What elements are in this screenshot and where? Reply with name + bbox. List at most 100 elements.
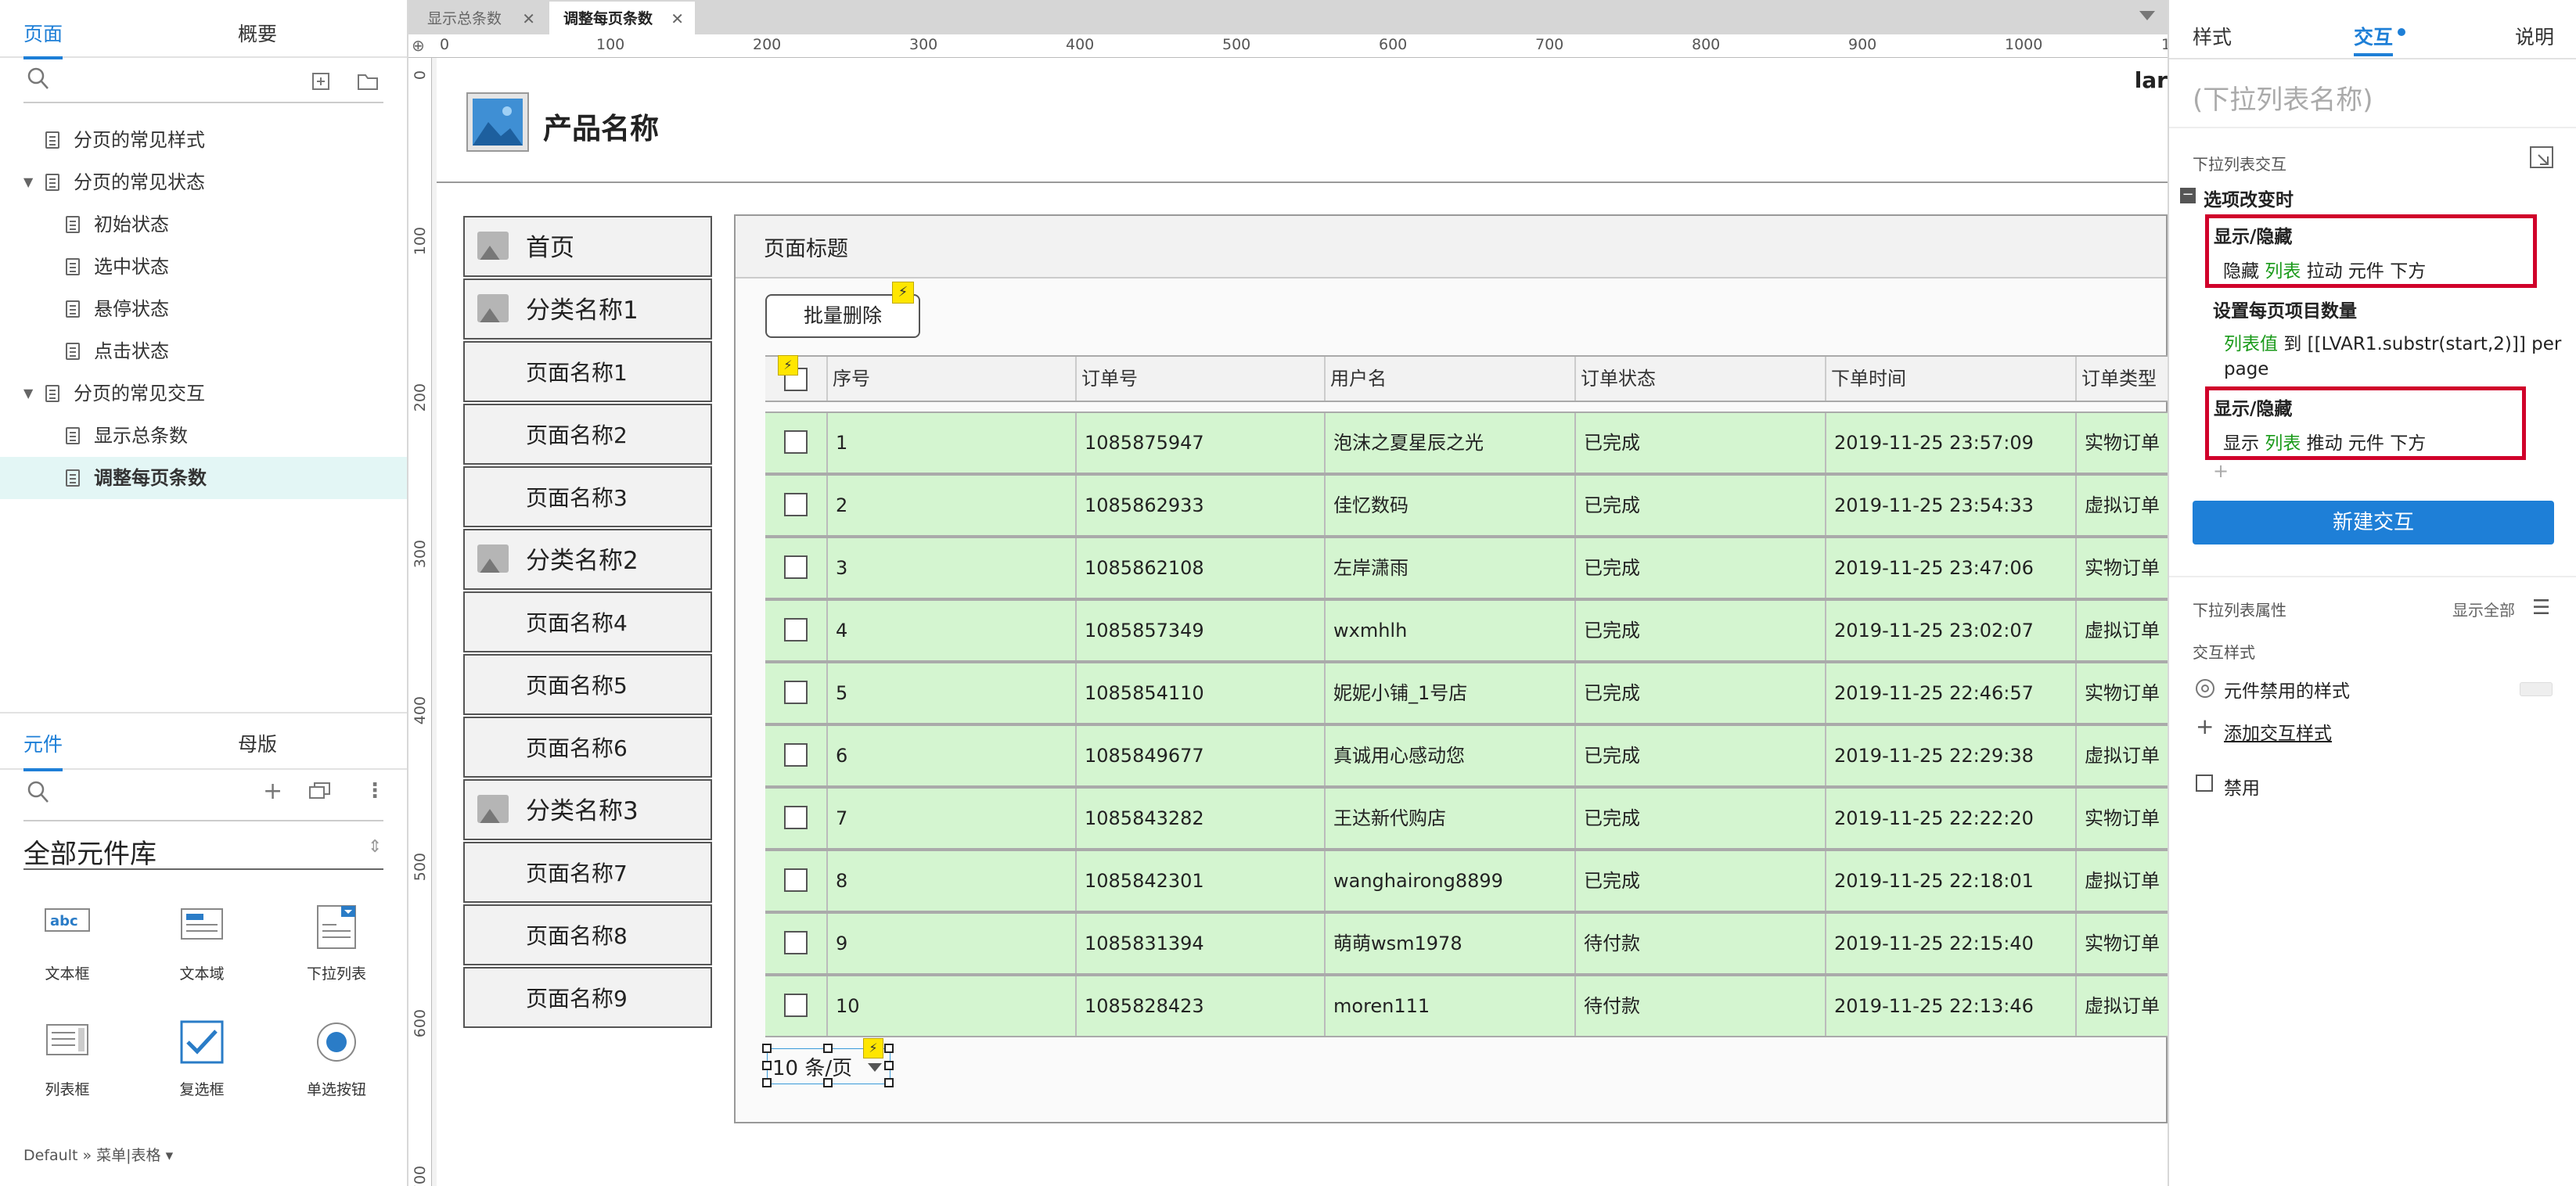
collapse-icon[interactable]: − <box>2180 188 2196 203</box>
library-search-icon[interactable] <box>27 779 50 811</box>
table-row[interactable]: 9 1085831394 萌萌wsm1978 待付款 2019-11-25 22:15:… <box>765 912 2186 975</box>
nav-item-7[interactable]: 页面名称5 <box>463 654 712 715</box>
table-row[interactable]: 3 1085862108 左岸潇雨 已完成 2019-11-25 23:47:06 实物订… <box>765 537 2186 599</box>
search-icon[interactable] <box>27 66 50 98</box>
action-title[interactable]: 设置每页项目数量 <box>2213 296 2357 322</box>
widget-dropdown[interactable]: 下拉列表 <box>282 904 391 983</box>
resize-handle[interactable] <box>762 1044 772 1053</box>
copy-library-icon[interactable] <box>308 781 332 807</box>
table-row[interactable]: 1 1085875947 泡沫之夏星辰之光 已完成 2019-11-25 23:57:0… <box>765 412 2186 474</box>
nav-item-5[interactable]: 分类名称2 <box>463 529 712 590</box>
resize-handle[interactable] <box>762 1078 772 1087</box>
menu-icon[interactable]: ☰ <box>2532 596 2550 620</box>
library-footer[interactable]: Default » 菜单|表格 ▾ <box>23 1144 173 1165</box>
nav-item-3[interactable]: 页面名称2 <box>463 404 712 465</box>
table-row[interactable]: 4 1085857349 wxmhlh 已完成 2019-11-25 23:02:07 虚… <box>765 599 2186 662</box>
tree-item-0[interactable]: 分页的常见样式 <box>0 119 407 161</box>
nav-item-4[interactable]: 页面名称3 <box>463 466 712 527</box>
nav-item-2[interactable]: 页面名称1 <box>463 341 712 402</box>
close-icon[interactable]: ✕ <box>671 2 684 36</box>
nav-item-9[interactable]: 分类名称3 <box>463 779 712 840</box>
row-checkbox[interactable] <box>784 806 808 829</box>
row-checkbox[interactable] <box>784 555 808 579</box>
widget-checkbox[interactable]: 复选框 <box>147 1020 257 1099</box>
add-action-icon[interactable]: + <box>2213 460 2229 482</box>
library-name[interactable]: 全部元件库 <box>23 832 157 871</box>
tree-item-8[interactable]: 调整每页条数 <box>0 457 407 499</box>
resize-handle[interactable] <box>884 1044 894 1053</box>
tree-item-7[interactable]: 显示总条数 <box>0 415 407 457</box>
widget-name-input[interactable]: (下拉列表名称) <box>2193 78 2373 117</box>
doc-tab-page-size[interactable]: 调整每页条数 ✕ <box>549 2 695 34</box>
add-page-icon[interactable] <box>311 70 330 96</box>
tab-masters[interactable]: 母版 <box>238 713 277 770</box>
tree-item-3[interactable]: 选中状态 <box>0 246 407 288</box>
chevron-down-icon[interactable] <box>868 1063 882 1072</box>
resize-handle[interactable] <box>823 1078 833 1087</box>
widget-textarea[interactable]: 文本域 <box>147 904 257 983</box>
tree-item-2[interactable]: 初始状态 <box>0 203 407 246</box>
tree-item-5[interactable]: 点击状态 <box>0 330 407 372</box>
table-row[interactable]: 6 1085849677 真诚用心感动您 已完成 2019-11-25 22:29:38… <box>765 724 2186 787</box>
disabled-style-radio[interactable] <box>2196 679 2214 698</box>
add-library-icon[interactable]: + <box>263 778 282 805</box>
disabled-style-label[interactable]: 元件禁用的样式 <box>2224 676 2350 703</box>
row-checkbox[interactable] <box>784 743 808 767</box>
table-row[interactable]: 7 1085843282 王达新代购店 已完成 2019-11-25 22:22:20 实… <box>765 787 2186 850</box>
row-checkbox[interactable] <box>784 681 808 704</box>
tab-outline[interactable]: 概要 <box>238 0 277 58</box>
row-checkbox[interactable] <box>784 931 808 954</box>
table-row[interactable]: 8 1085842301 wanghairong8899 已完成 2019-11-25 … <box>765 850 2186 912</box>
action-show-hide-2[interactable]: 显示/隐藏 显示 列表 推动 元件 下方 <box>2205 386 2526 460</box>
tree-item-4[interactable]: 悬停状态 <box>0 288 407 330</box>
doc-tab-total-count[interactable]: 显示总条数 ✕ <box>413 2 546 34</box>
resize-handle[interactable] <box>823 1044 833 1053</box>
new-interaction-button[interactable]: 新建交互 <box>2193 501 2554 544</box>
add-interaction-style-link[interactable]: 添加交互样式 <box>2224 718 2332 745</box>
widget-listbox[interactable]: 列表框 <box>13 1020 122 1099</box>
more-options-icon[interactable]: ⋮ <box>365 779 385 803</box>
nav-item-10[interactable]: 页面名称7 <box>463 842 712 903</box>
event-label[interactable]: 选项改变时 <box>2204 185 2294 211</box>
nav-item-8[interactable]: 页面名称6 <box>463 717 712 778</box>
add-folder-icon[interactable] <box>357 70 379 96</box>
nav-item-0[interactable]: 首页 <box>463 216 712 277</box>
resize-handle[interactable] <box>884 1078 894 1087</box>
close-icon[interactable]: ✕ <box>522 2 535 36</box>
page-icon <box>45 131 59 149</box>
tab-style[interactable]: 样式 <box>2193 22 2232 50</box>
nav-item-6[interactable]: 页面名称4 <box>463 591 712 652</box>
tab-notes[interactable]: 说明 <box>2515 22 2554 50</box>
tree-item-6[interactable]: ▼ 分页的常见交互 <box>0 372 407 415</box>
row-checkbox[interactable] <box>784 994 808 1017</box>
tab-pages[interactable]: 页面 <box>23 0 63 59</box>
widget-radio[interactable]: 单选按钮 <box>282 1020 391 1099</box>
table-row[interactable]: 5 1085854110 妮妮小铺_1号店 已完成 2019-11-25 22:46:5… <box>765 662 2186 724</box>
tab-widgets[interactable]: 元件 <box>23 713 63 771</box>
table-row[interactable]: 10 1085828423 moren111 待付款 2019-11-25 22:13:… <box>765 975 2186 1037</box>
tab-overflow-icon[interactable] <box>2139 11 2155 20</box>
style-preview-swatch[interactable] <box>2520 682 2553 696</box>
expand-caret-icon[interactable]: ▼ <box>23 372 33 415</box>
table-row[interactable]: 2 1085862933 佳忆数码 已完成 2019-11-25 23:54:33 虚拟订… <box>765 474 2186 537</box>
show-all-link[interactable]: 显示全部 <box>2452 598 2515 620</box>
row-checkbox[interactable] <box>784 618 808 642</box>
expand-icon[interactable] <box>2529 146 2554 169</box>
nav-item-12[interactable]: 页面名称9 <box>463 967 712 1028</box>
row-checkbox[interactable] <box>784 868 808 892</box>
disabled-checkbox[interactable] <box>2196 774 2213 792</box>
tab-interactions[interactable]: 交互 <box>2354 22 2393 50</box>
row-checkbox[interactable] <box>784 493 808 516</box>
tree-item-1[interactable]: ▼ 分页的常见状态 <box>0 161 407 203</box>
row-checkbox[interactable] <box>784 430 808 454</box>
widget-textbox[interactable]: abc 文本框 <box>13 904 122 983</box>
nav-item-1[interactable]: 分类名称1 <box>463 279 712 340</box>
plus-icon[interactable]: + <box>2196 713 2214 739</box>
nav-item-11[interactable]: 页面名称8 <box>463 904 712 965</box>
expand-caret-icon[interactable]: ▼ <box>23 161 33 203</box>
resize-handle[interactable] <box>884 1061 894 1070</box>
library-select-icon[interactable]: ⇕ <box>368 837 382 857</box>
resize-handle[interactable] <box>762 1061 772 1070</box>
table-cell: 待付款 <box>1576 976 1826 1036</box>
action-show-hide-1[interactable]: 显示/隐藏 隐藏 列表 拉动 元件 下方 <box>2205 214 2537 288</box>
